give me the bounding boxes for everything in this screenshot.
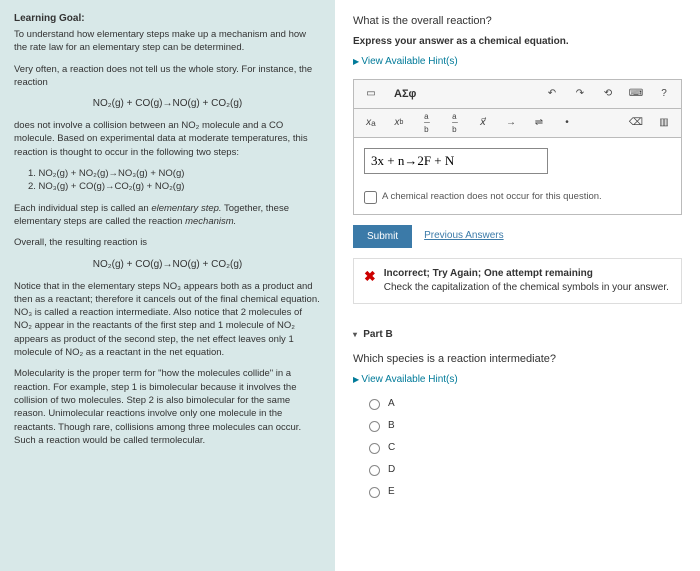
equation-editor: ▭ ΑΣφ ↶ ↷ ⟲ ⌨ ? xa xb a─b a─b x⃗ → ⇌ • ⌫…	[353, 79, 682, 214]
collision-text: does not involve a collision between an …	[14, 119, 321, 159]
intermediate-text: Notice that in the elementary steps NO₃ …	[14, 280, 321, 360]
incorrect-icon: ✖	[364, 267, 376, 295]
greek-label[interactable]: ΑΣφ	[388, 85, 422, 104]
mechanism-text: Each individual step is called an elemen…	[14, 202, 321, 229]
overall-equation-2: NO₂(g) + CO(g)→NO(g) + CO₂(g)	[14, 258, 321, 272]
superscript-icon[interactable]: xa	[360, 113, 382, 133]
reset-icon[interactable]: ⟲	[597, 84, 619, 104]
option-c[interactable]: C	[369, 441, 682, 455]
answer-input[interactable]	[364, 148, 548, 174]
redo-icon[interactable]: ↷	[569, 84, 591, 104]
intro-text: To understand how elementary steps make …	[14, 28, 321, 55]
arrow-right-icon[interactable]: →	[500, 113, 522, 133]
overall-equation-1: NO₂(g) + CO(g)→NO(g) + CO₂(g)	[14, 97, 321, 111]
overall-text: Overall, the resulting reaction is	[14, 236, 321, 249]
radio-icon	[369, 487, 380, 498]
vector-icon[interactable]: x⃗	[472, 113, 494, 133]
radio-icon	[369, 443, 380, 454]
undo-icon[interactable]: ↶	[541, 84, 563, 104]
feedback-title: Incorrect; Try Again; One attempt remain…	[384, 267, 669, 281]
dot-icon[interactable]: •	[556, 113, 578, 133]
fraction-icon[interactable]: a─b	[416, 113, 438, 133]
feedback-message: Check the capitalization of the chemical…	[384, 281, 669, 295]
feedback-box: ✖ Incorrect; Try Again; One attempt rema…	[353, 258, 682, 304]
learning-goal-heading: Learning Goal:	[14, 12, 321, 26]
toolbar-top: ▭ ΑΣφ ↶ ↷ ⟲ ⌨ ?	[354, 80, 681, 109]
option-b[interactable]: B	[369, 419, 682, 433]
step-2: 2. NO₃(g) + CO(g)→CO₂(g) + NO₂(g)	[28, 180, 321, 193]
elementary-steps: 1. NO₂(g) + NO₂(g)→NO₃(g) + NO(g) 2. NO₃…	[28, 167, 321, 194]
option-e[interactable]: E	[369, 485, 682, 499]
backspace-icon[interactable]: ⌫	[625, 113, 647, 133]
fraction2-icon[interactable]: a─b	[444, 113, 466, 133]
radio-icon	[369, 399, 380, 410]
story-text: Very often, a reaction does not tell us …	[14, 63, 321, 90]
instruction-1: Express your answer as a chemical equati…	[353, 35, 682, 49]
toolbar-bottom: xa xb a─b a─b x⃗ → ⇌ • ⌫ ▥	[354, 109, 681, 138]
part-b-heading[interactable]: Part B	[353, 328, 682, 342]
view-hints-link-b[interactable]: View Available Hint(s)	[353, 373, 682, 387]
option-a[interactable]: A	[369, 397, 682, 411]
radio-options: A B C D E	[369, 397, 682, 499]
mode-icon[interactable]: ▥	[653, 113, 675, 133]
molecularity-text: Molecularity is the proper term for "how…	[14, 367, 321, 447]
step-1: 1. NO₂(g) + NO₂(g)→NO₃(g) + NO(g)	[28, 167, 321, 180]
radio-icon	[369, 465, 380, 476]
no-reaction-label: A chemical reaction does not occur for t…	[382, 190, 602, 203]
question-panel: What is the overall reaction? Express yo…	[335, 0, 700, 571]
part-b-section: Part B Which species is a reaction inter…	[353, 328, 682, 499]
keyboard-icon[interactable]: ⌨	[625, 84, 647, 104]
radio-icon	[369, 421, 380, 432]
equilibrium-icon[interactable]: ⇌	[528, 113, 550, 133]
submit-button[interactable]: Submit	[353, 225, 412, 248]
question-2: Which species is a reaction intermediate…	[353, 352, 682, 367]
view-hints-link[interactable]: View Available Hint(s)	[353, 55, 682, 69]
subscript-icon[interactable]: xb	[388, 113, 410, 133]
template-icon[interactable]: ▭	[360, 84, 382, 104]
learning-goal-panel: Learning Goal: To understand how element…	[0, 0, 335, 571]
option-d[interactable]: D	[369, 463, 682, 477]
question-1: What is the overall reaction?	[353, 14, 682, 29]
previous-answers-link[interactable]: Previous Answers	[424, 229, 503, 243]
help-icon[interactable]: ?	[653, 84, 675, 104]
no-reaction-checkbox[interactable]	[364, 191, 377, 204]
